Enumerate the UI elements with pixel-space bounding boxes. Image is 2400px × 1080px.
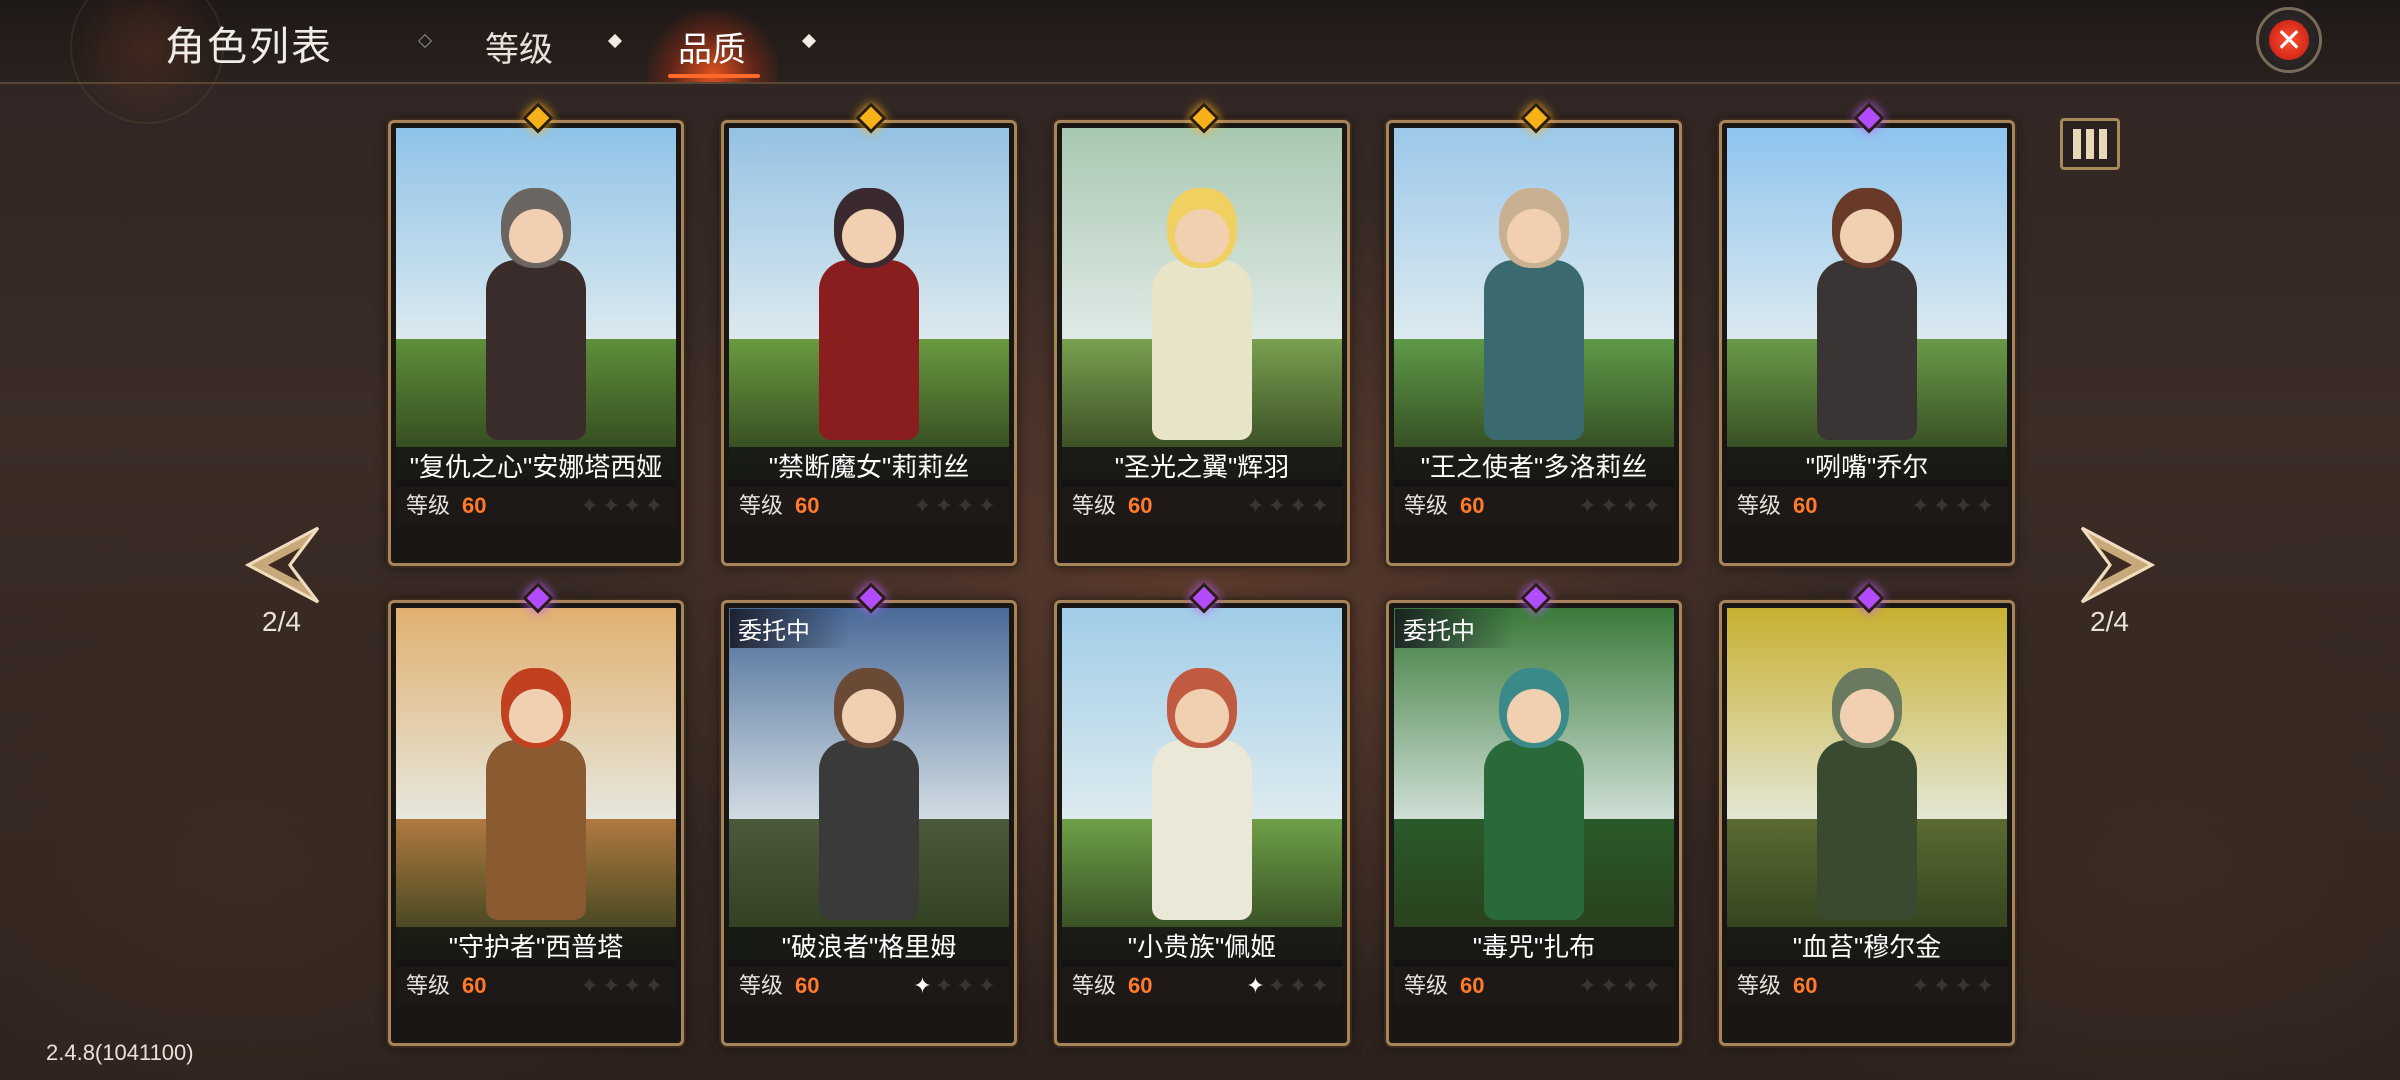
star-rating-icon: ✦✦✦✦ <box>913 493 999 518</box>
character-card[interactable]: 委托中 "破浪者"格里姆等级 60 ✦✦✦✦ <box>721 582 1017 1046</box>
close-button[interactable]: ✕ <box>2256 7 2322 73</box>
active-tab-indicator <box>668 74 760 78</box>
character-portrait <box>1394 608 1674 960</box>
commission-badge: 委托中 <box>1395 609 1515 648</box>
character-portrait <box>396 608 676 960</box>
version-label: 2.4.8(1041100) <box>46 1040 194 1065</box>
character-name: "血苔"穆尔金 <box>1727 927 2007 967</box>
character-portrait <box>1062 608 1342 960</box>
top-bar: 角色列表 等级 品质 ✕ <box>0 0 2400 124</box>
character-card[interactable]: "王之使者"多洛莉丝等级 60 ✦✦✦✦ <box>1386 102 1682 566</box>
level-row: 等级 60 ✦✦✦✦ <box>1062 967 1342 1005</box>
character-card[interactable]: "复仇之心"安娜塔西娅等级 60 ✦✦✦✦ <box>388 102 684 566</box>
star-rating-icon: ✦✦✦✦ <box>913 973 999 998</box>
tab-separator-icon <box>801 33 817 49</box>
character-name: "复仇之心"安娜塔西娅 <box>396 447 676 487</box>
level-value: 60 <box>1793 973 1818 998</box>
next-page-arrow-icon[interactable] <box>2072 520 2162 610</box>
level-label: 等级 <box>1737 493 1782 518</box>
character-name: "咧嘴"乔尔 <box>1727 447 2007 487</box>
level-value: 60 <box>795 973 820 998</box>
level-label: 等级 <box>1404 493 1449 518</box>
star-rating-icon: ✦✦✦✦ <box>580 493 666 518</box>
page-title: 角色列表 <box>165 25 333 69</box>
character-name: "禁断魔女"莉莉丝 <box>729 447 1009 487</box>
level-value: 60 <box>795 493 820 518</box>
level-value: 60 <box>1460 973 1485 998</box>
character-portrait <box>1727 128 2007 480</box>
tab-level[interactable]: 等级 <box>485 22 553 71</box>
level-row: 等级 60 ✦✦✦✦ <box>1727 967 2007 1005</box>
character-name: "守护者"西普塔 <box>396 927 676 967</box>
prev-page-arrow-icon[interactable] <box>238 520 328 610</box>
page-indicator-right: 2/4 <box>2090 606 2129 637</box>
level-value: 60 <box>462 493 487 518</box>
character-name: "圣光之翼"辉羽 <box>1062 447 1342 487</box>
character-name: "破浪者"格里姆 <box>729 927 1009 967</box>
level-label: 等级 <box>1072 973 1117 998</box>
level-label: 等级 <box>739 973 784 998</box>
level-row: 等级 60 ✦✦✦✦ <box>1062 487 1342 525</box>
tab-separator-icon <box>607 33 623 49</box>
character-card[interactable]: 委托中 "毒咒"扎布等级 60 ✦✦✦✦ <box>1386 582 1682 1046</box>
star-rating-icon: ✦✦✦✦ <box>1246 973 1332 998</box>
tab-separator-icon <box>417 33 433 49</box>
commission-badge: 委托中 <box>730 609 850 648</box>
character-card[interactable]: "圣光之翼"辉羽等级 60 ✦✦✦✦ <box>1054 102 1350 566</box>
star-rating-icon: ✦✦✦✦ <box>1578 493 1664 518</box>
level-label: 等级 <box>1072 493 1117 518</box>
level-row: 等级 60 ✦✦✦✦ <box>1394 967 1674 1005</box>
star-rating-icon: ✦✦✦✦ <box>580 973 666 998</box>
level-row: 等级 60 ✦✦✦✦ <box>729 487 1009 525</box>
character-portrait <box>396 128 676 480</box>
level-value: 60 <box>1128 973 1153 998</box>
star-rating-icon: ✦✦✦✦ <box>1578 973 1664 998</box>
level-label: 等级 <box>739 493 784 518</box>
level-row: 等级 60 ✦✦✦✦ <box>396 967 676 1005</box>
star-rating-icon: ✦✦✦✦ <box>1911 973 1997 998</box>
star-rating-icon: ✦✦✦✦ <box>1911 493 1997 518</box>
page-indicator-left: 2/4 <box>262 606 301 637</box>
level-row: 等级 60 ✦✦✦✦ <box>1727 487 2007 525</box>
close-icon: ✕ <box>2269 20 2309 60</box>
character-portrait <box>1727 608 2007 960</box>
level-value: 60 <box>462 973 487 998</box>
level-row: 等级 60 ✦✦✦✦ <box>1394 487 1674 525</box>
level-value: 60 <box>1460 493 1485 518</box>
character-name: "毒咒"扎布 <box>1394 927 1674 967</box>
character-portrait <box>729 128 1009 480</box>
level-value: 60 <box>1793 493 1818 518</box>
level-label: 等级 <box>406 493 451 518</box>
level-value: 60 <box>1128 493 1153 518</box>
level-row: 等级 60 ✦✦✦✦ <box>729 967 1009 1005</box>
character-portrait <box>729 608 1009 960</box>
level-label: 等级 <box>1404 973 1449 998</box>
character-portrait <box>1062 128 1342 480</box>
character-name: "小贵族"佩姬 <box>1062 927 1342 967</box>
character-card[interactable]: "守护者"西普塔等级 60 ✦✦✦✦ <box>388 582 684 1046</box>
character-portrait <box>1394 128 1674 480</box>
tab-quality[interactable]: 品质 <box>678 22 746 71</box>
character-card[interactable]: "咧嘴"乔尔等级 60 ✦✦✦✦ <box>1719 102 2015 566</box>
character-card[interactable]: "禁断魔女"莉莉丝等级 60 ✦✦✦✦ <box>721 102 1017 566</box>
level-row: 等级 60 ✦✦✦✦ <box>396 487 676 525</box>
character-card[interactable]: "血苔"穆尔金等级 60 ✦✦✦✦ <box>1719 582 2015 1046</box>
level-label: 等级 <box>1737 973 1782 998</box>
layout-toggle-button[interactable] <box>2060 118 2120 170</box>
level-label: 等级 <box>406 973 451 998</box>
character-name: "王之使者"多洛莉丝 <box>1394 447 1674 487</box>
character-card[interactable]: "小贵族"佩姬等级 60 ✦✦✦✦ <box>1054 582 1350 1046</box>
star-rating-icon: ✦✦✦✦ <box>1246 493 1332 518</box>
